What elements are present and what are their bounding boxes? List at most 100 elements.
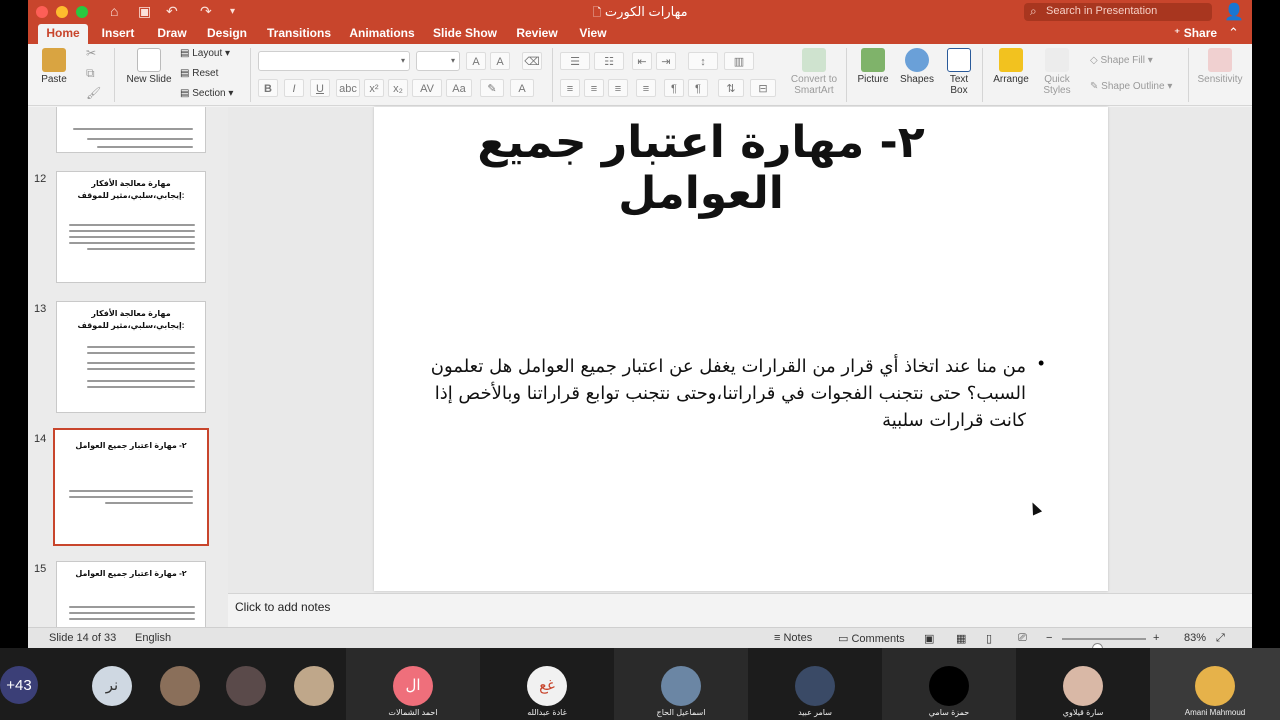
participant-tile[interactable] [132,648,200,720]
status-bar: Slide 14 of 33 English ≡ Notes ▭ Comment… [28,627,1252,648]
font-size-select[interactable]: ▾ [416,51,460,71]
participant-tile[interactable]: سامر عبيد [748,648,882,720]
shape-fill-button[interactable]: ◇ Shape Fill ▾ [1090,55,1153,66]
subscript-icon[interactable]: x₂ [388,79,408,97]
underline-icon[interactable]: U [310,79,330,97]
zoom-out-icon[interactable]: − [1046,632,1052,644]
tab-slide-show[interactable]: Slide Show [430,24,500,44]
tab-home[interactable]: Home [38,24,88,44]
text-direction-icon[interactable]: ⇅ [718,79,744,97]
slide-thumbnail-15[interactable]: ٢- مهارة اعتبار جميع العوامل [56,561,206,627]
participant-tile[interactable]: سارة قيلاوي [1016,648,1150,720]
quick-styles-button[interactable]: Quick Styles [1038,48,1076,96]
shape-outline-button[interactable]: ✎ Shape Outline ▾ [1090,81,1172,92]
tab-animations[interactable]: Animations [346,24,418,44]
participant-tile[interactable] [264,648,346,720]
strikethrough-icon[interactable]: abc [336,79,360,97]
highlight-icon[interactable]: ✎ [480,79,504,97]
comments-toggle-button[interactable]: ▭ Comments [838,632,905,645]
tab-view[interactable]: View [574,24,612,44]
ltr-icon[interactable]: ¶ [664,79,684,97]
slide-sorter-icon[interactable]: ▦ [956,632,966,645]
convert-smartart-button[interactable]: Convert to SmartArt [786,48,842,96]
change-case-icon[interactable]: Aa [446,79,472,97]
section-button[interactable]: ▤ Section ▾ [180,88,233,99]
tab-review[interactable]: Review [514,24,560,44]
slide-thumbnail-14[interactable]: ٢- مهارة اعتبار جميع العوامل [53,428,209,546]
notes-pane[interactable]: Click to add notes [228,593,1252,627]
bold-icon[interactable]: B [258,79,278,97]
notes-toggle-button[interactable]: ≡ Notes [774,632,812,644]
participant-tile[interactable]: +43 [0,648,66,720]
slide-thumbnail-13[interactable]: مهارة معالجة الأفكار :إيجابي،سلبي،مثير ل… [56,301,206,413]
decrease-font-icon[interactable]: A [490,52,510,70]
justify-icon[interactable]: ≡ [636,79,656,97]
slide-editor[interactable]: ٢- مهارة اعتبار جميع العوامل • من منا عن… [228,107,1252,593]
layout-button[interactable]: ▤ Layout ▾ [180,48,230,59]
participant-tile[interactable]: حمزة سامي [882,648,1016,720]
rtl-icon[interactable]: ¶ [688,79,708,97]
participant-tile[interactable]: ال احمد الشمالات [346,648,480,720]
align-right-icon[interactable]: ≡ [608,79,628,97]
align-left-icon[interactable]: ≡ [560,79,580,97]
current-slide[interactable]: ٢- مهارة اعتبار جميع العوامل • من منا عن… [374,107,1108,591]
reset-button[interactable]: ▤ Reset [180,68,218,79]
text-box-button[interactable]: Text Box [942,48,976,96]
reading-view-icon[interactable]: ▯ [986,632,992,645]
normal-view-icon[interactable]: ▣ [924,632,934,645]
slide-title[interactable]: ٢- مهارة اعتبار جميع العوامل [404,117,998,219]
search-input[interactable]: ⌕ Search in Presentation [1024,3,1212,21]
arrange-button[interactable]: Arrange [990,48,1032,85]
zoom-level[interactable]: 83% [1184,632,1206,644]
superscript-icon[interactable]: x² [364,79,384,97]
font-color-icon[interactable]: A [510,79,534,97]
italic-icon[interactable]: I [284,79,304,97]
align-text-icon[interactable]: ⊟ [750,79,776,97]
cut-icon[interactable]: ✂ [86,46,96,60]
increase-font-icon[interactable]: A [466,52,486,70]
zoom-in-icon[interactable]: + [1153,632,1159,644]
decrease-indent-icon[interactable]: ⇤ [632,52,652,70]
account-icon[interactable]: 👤 [1224,2,1244,22]
share-button[interactable]: ⁺ Share [1174,26,1217,40]
copy-icon[interactable]: ⧉ [86,66,95,81]
zoom-slider[interactable] [1062,638,1146,648]
align-center-icon[interactable]: ≡ [584,79,604,97]
clear-format-icon[interactable]: ⌫ [522,52,542,70]
tab-transitions[interactable]: Transitions [264,24,334,44]
participant-name: سارة قيلاوي [1062,708,1104,717]
fit-to-window-icon[interactable]: ⤢ [1216,632,1225,645]
paste-button[interactable]: Paste [34,48,74,85]
numbering-icon[interactable]: ☷ [594,52,624,70]
collapse-ribbon-icon[interactable]: ⌃ [1228,25,1239,41]
format-painter-icon[interactable]: 🖌 [86,86,101,100]
new-slide-button[interactable]: New Slide [126,48,172,85]
slide-body-text[interactable]: من منا عند اتخاذ أي قرار من القرارات يغف… [426,353,1026,434]
participant-tile[interactable] [198,648,266,720]
columns-icon[interactable]: ▥ [724,52,754,70]
picture-button[interactable]: Picture [854,48,892,85]
participant-tile[interactable]: غع غادة عبدالله [480,648,614,720]
tab-design[interactable]: Design [204,24,250,44]
more-participants-badge[interactable]: +43 [0,666,38,704]
participant-tile[interactable]: اسماعيل الحاج [614,648,748,720]
thumbnail-text-line [69,496,193,498]
slide-thumbnail-11[interactable] [56,107,206,153]
shapes-button[interactable]: Shapes [898,48,936,85]
slide-show-icon[interactable]: ⎚ [1018,632,1027,645]
thumbnail-text-line [105,502,193,504]
line-spacing-icon[interactable]: ↕ [688,52,718,70]
bullets-icon[interactable]: ☰ [560,52,590,70]
slide-thumbnail-12[interactable]: مهارة معالجة الأفكار :إيجابي،سلبي،مثير ل… [56,171,206,283]
language-indicator[interactable]: English [135,632,171,644]
participant-tile[interactable]: Amani Mahmoud [1150,648,1280,720]
slide-thumbnail-pane[interactable]: 12 مهارة معالجة الأفكار :إيجابي،سلبي،مثي… [28,107,228,627]
character-spacing-icon[interactable]: AV [412,79,442,97]
increase-indent-icon[interactable]: ⇥ [656,52,676,70]
tab-insert[interactable]: Insert [96,24,140,44]
font-family-select[interactable]: ▾ [258,51,410,71]
sensitivity-button[interactable]: Sensitivity [1194,48,1246,85]
shapes-icon [905,48,929,72]
participant-tile[interactable]: نر [66,648,132,720]
tab-draw[interactable]: Draw [152,24,192,44]
